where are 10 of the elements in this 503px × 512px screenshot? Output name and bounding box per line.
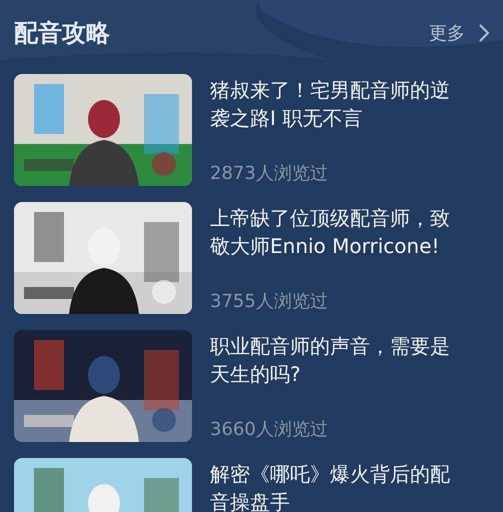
article-title[interactable]: 猪叔来了！宅男配音师的逆袭之路I 职无不言 [210,76,489,132]
view-count: 3660人浏览过 [210,418,329,442]
article-title[interactable]: 解密《哪吒》爆火背后的配音操盘手 [210,460,489,512]
chevron-right-icon [479,24,489,42]
section-title: 配音攻略 [14,18,110,49]
view-count: 3755人浏览过 [210,290,329,314]
article-title[interactable]: 职业配音师的声音，需要是天生的吗? [210,332,489,388]
view-count: 2873人浏览过 [210,162,329,186]
article-title[interactable]: 上帝缺了位顶级配音师，致敬大师Ennio Morricone! [210,204,489,260]
more-link[interactable]: 更多 [429,21,489,45]
